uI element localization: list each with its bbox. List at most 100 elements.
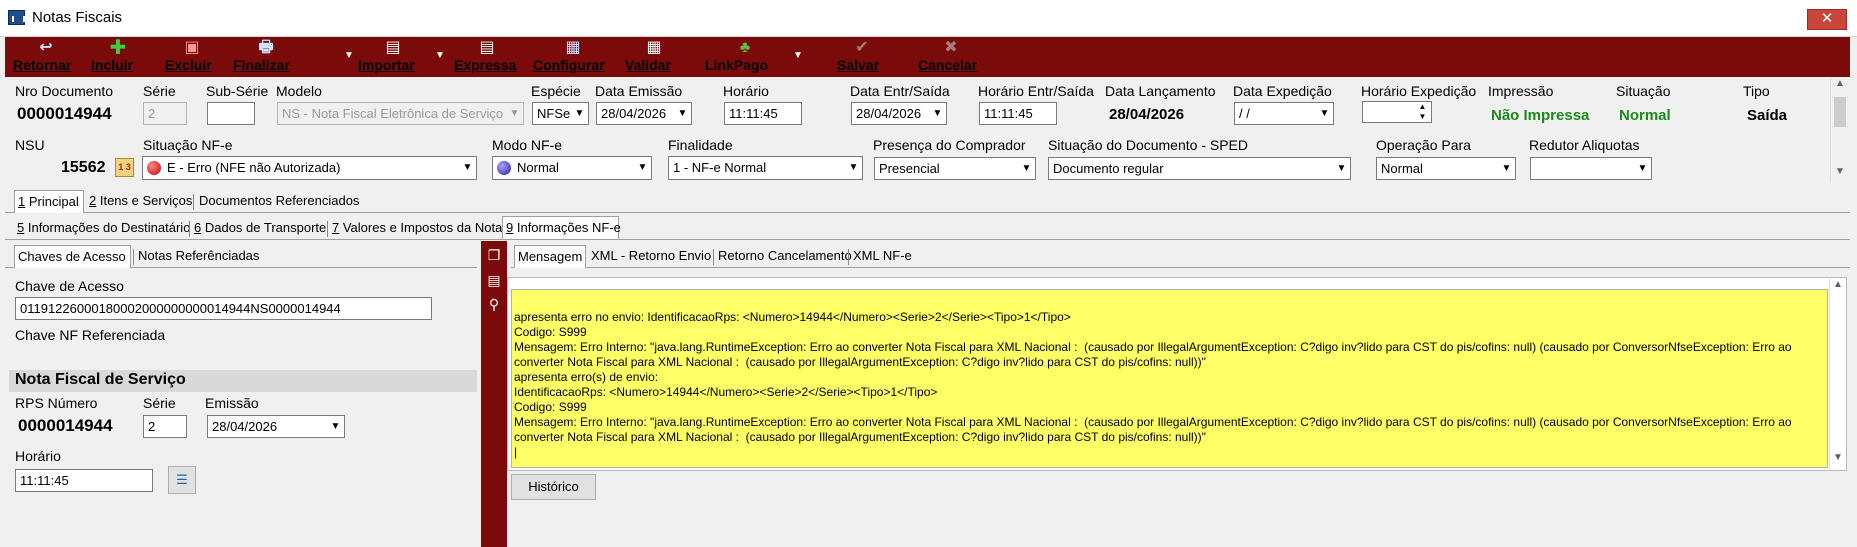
principal-subtabs: 5 Informações do Destinatário 6 Dados de… xyxy=(5,214,1850,240)
expressa-button[interactable]: ▤ Expressa xyxy=(454,37,520,77)
nsu-lookup-icon[interactable]: 1 3 xyxy=(115,158,134,177)
tab-retorno-cancelamento[interactable]: Retorno Cancelamento xyxy=(715,245,855,268)
linkpago-dropdown-icon[interactable]: ▼ xyxy=(793,50,803,61)
chevron-up-icon[interactable]: ▲ xyxy=(1831,78,1849,95)
tab-divider xyxy=(193,194,194,210)
chevron-down-icon: ▼ xyxy=(1637,163,1648,174)
message-scrollbar[interactable]: ▲ ▼ xyxy=(1829,279,1846,469)
close-button[interactable]: ✕ xyxy=(1807,9,1847,30)
importar-button[interactable]: ▤ Importar xyxy=(358,37,428,77)
nfs-serie-label: Série xyxy=(143,395,176,411)
linkpago-button[interactable]: ♣ LinkPago xyxy=(705,37,785,77)
data-expedicao-field[interactable]: / / ▼ xyxy=(1234,102,1334,125)
historico-button[interactable]: Histórico xyxy=(511,474,596,500)
nfs-serie-field[interactable]: 2 xyxy=(143,415,187,438)
header-scrollbar[interactable]: ▲ ▼ xyxy=(1830,78,1849,183)
nsu-value: 15562 xyxy=(61,159,106,176)
especie-select[interactable]: NFSe ▼ xyxy=(532,102,589,125)
tab-mensagem[interactable]: Mensagem xyxy=(514,245,586,268)
data-lancamento-label: Data Lançamento xyxy=(1105,83,1216,99)
redutor-select[interactable]: ▼ xyxy=(1530,157,1652,180)
chevron-up-icon[interactable]: ▲ xyxy=(1830,279,1846,296)
excluir-button[interactable]: ▣ Excluir xyxy=(165,37,219,77)
subserie-field[interactable] xyxy=(207,102,255,125)
spin-updown-icon[interactable]: ▲ ▼ xyxy=(1414,102,1431,122)
retornar-button[interactable]: ↩ Retornar xyxy=(13,37,79,77)
clipboard-icon[interactable]: ▤ xyxy=(486,272,502,288)
tab-notas-referenciadas[interactable]: Notas Referênciadas xyxy=(135,245,262,268)
horario-entr-saida-field[interactable]: 11:11:45 xyxy=(979,102,1057,125)
finalizar-dropdown-icon[interactable]: ▼ xyxy=(344,50,354,61)
tab-documentos-referenciados[interactable]: Documentos Referenciados xyxy=(196,190,362,213)
chevron-down-icon: ▼ xyxy=(848,162,859,173)
chave-nf-referenciada-label: Chave NF Referenciada xyxy=(15,327,166,343)
chevron-down-icon: ▼ xyxy=(932,108,943,119)
check-icon: ✔ xyxy=(855,39,869,56)
scroll-thumb[interactable] xyxy=(1834,97,1846,127)
window-title: Notas Fiscais xyxy=(32,9,123,26)
error-status-icon xyxy=(147,161,161,175)
finalidade-label: Finalidade xyxy=(668,137,733,153)
data-emissao-field[interactable]: 28/04/2026 ▼ xyxy=(596,102,692,125)
return-icon: ↩ xyxy=(39,39,53,56)
message-textarea[interactable]: apresenta erro no envio: IdentificacaoRp… xyxy=(511,289,1828,468)
modo-nfe-select[interactable]: Normal ▼ xyxy=(492,156,652,180)
modelo-label: Modelo xyxy=(276,83,322,99)
nfs-emissao-label: Emissão xyxy=(205,395,259,411)
toolbar: ↩ Retornar ✚ Incluir ▣ Excluir 🖶 Finaliz… xyxy=(5,37,1850,77)
horario-label: Horário xyxy=(723,83,769,99)
chevron-down-icon[interactable]: ▼ xyxy=(1830,452,1846,469)
nfs-horario-label: Horário xyxy=(15,448,61,464)
finalidade-select[interactable]: 1 - NF-e Normal ▼ xyxy=(668,156,863,180)
cancel-x-icon: ✖ xyxy=(944,39,958,56)
tab-divider xyxy=(713,249,714,265)
magnifier-icon[interactable]: ⚲ xyxy=(486,296,502,312)
data-lancamento-value: 28/04/2026 xyxy=(1109,106,1185,123)
tab-divider xyxy=(133,249,134,265)
tab-valores-impostos[interactable]: 7 Valores e Impostos da Nota xyxy=(329,217,505,240)
data-entr-saida-field[interactable]: 28/04/2026 ▼ xyxy=(851,102,947,125)
situacao-sped-select[interactable]: Documento regular ▼ xyxy=(1048,157,1351,180)
tab-xml-nfe[interactable]: XML NF-e xyxy=(850,245,915,268)
grid-check-icon: ▦ xyxy=(646,39,662,56)
import-doc-icon: ▤ xyxy=(385,39,401,56)
chevron-down-icon: ▼ xyxy=(637,162,648,173)
data-expedicao-label: Data Expedição xyxy=(1233,83,1332,99)
plus-icon: ✚ xyxy=(109,37,127,59)
finalizar-button[interactable]: 🖶 Finalizar xyxy=(233,37,299,77)
tipo-value: Saída xyxy=(1747,107,1788,124)
nfs-horario-field[interactable]: 11:11:45 xyxy=(15,469,153,492)
modelo-select[interactable]: NS - Nota Fiscal Eletrônica de Serviço ▼ xyxy=(277,102,524,125)
importar-dropdown-icon[interactable]: ▼ xyxy=(435,50,445,61)
tab-principal[interactable]: 1 Principal xyxy=(14,190,84,213)
incluir-button[interactable]: ✚ Incluir xyxy=(91,37,145,77)
horario-expedicao-field[interactable]: ▲ ▼ xyxy=(1362,101,1432,123)
situacao-nfe-select[interactable]: E - Erro (NFE não Autorizada) ▼ xyxy=(142,156,477,180)
chave-acesso-field[interactable]: 01191226000180002000000000014944NS000001… xyxy=(15,297,432,320)
validar-button[interactable]: ▦ Validar xyxy=(625,37,683,77)
copy-doc-icon[interactable]: ❐ xyxy=(486,247,502,263)
chevron-down-icon[interactable]: ▼ xyxy=(1831,166,1849,183)
nfs-emissao-field[interactable]: 28/04/2026 ▼ xyxy=(207,415,345,438)
tab-informacoes-nfe[interactable]: 9 Informações NF-e xyxy=(502,216,621,239)
list-options-icon[interactable]: ☰ xyxy=(168,466,196,494)
serie-field[interactable]: 2 xyxy=(143,102,187,125)
tab-chaves-acesso[interactable]: Chaves de Acesso xyxy=(14,245,131,268)
tab-informacoes-destinatario[interactable]: 5 Informações do Destinatário xyxy=(14,217,193,240)
presenca-select[interactable]: Presencial ▼ xyxy=(874,157,1036,180)
salvar-button[interactable]: ✔ Salvar xyxy=(837,37,887,77)
configurar-button[interactable]: ▦ Configurar xyxy=(533,37,613,77)
delete-doc-icon: ▣ xyxy=(184,39,200,56)
tab-xml-retorno-envio[interactable]: XML - Retorno Envio xyxy=(588,245,714,268)
data-entr-saida-label: Data Entr/Saída xyxy=(850,83,950,99)
situacao-value: Normal xyxy=(1619,107,1671,124)
tab-divider xyxy=(189,221,190,237)
cancelar-button[interactable]: ✖ Cancelar xyxy=(918,37,984,77)
horario-field[interactable]: 11:11:45 xyxy=(724,102,802,125)
subserie-label: Sub-Série xyxy=(206,83,269,99)
tab-dados-transporte[interactable]: 6 Dados de Transporte xyxy=(191,217,329,240)
impressao-label: Impressão xyxy=(1488,83,1554,99)
operacao-select[interactable]: Normal ▼ xyxy=(1376,157,1516,180)
situacao-label: Situação xyxy=(1616,83,1671,99)
tab-itens-servicos[interactable]: 2 Itens e Serviços xyxy=(86,190,195,213)
